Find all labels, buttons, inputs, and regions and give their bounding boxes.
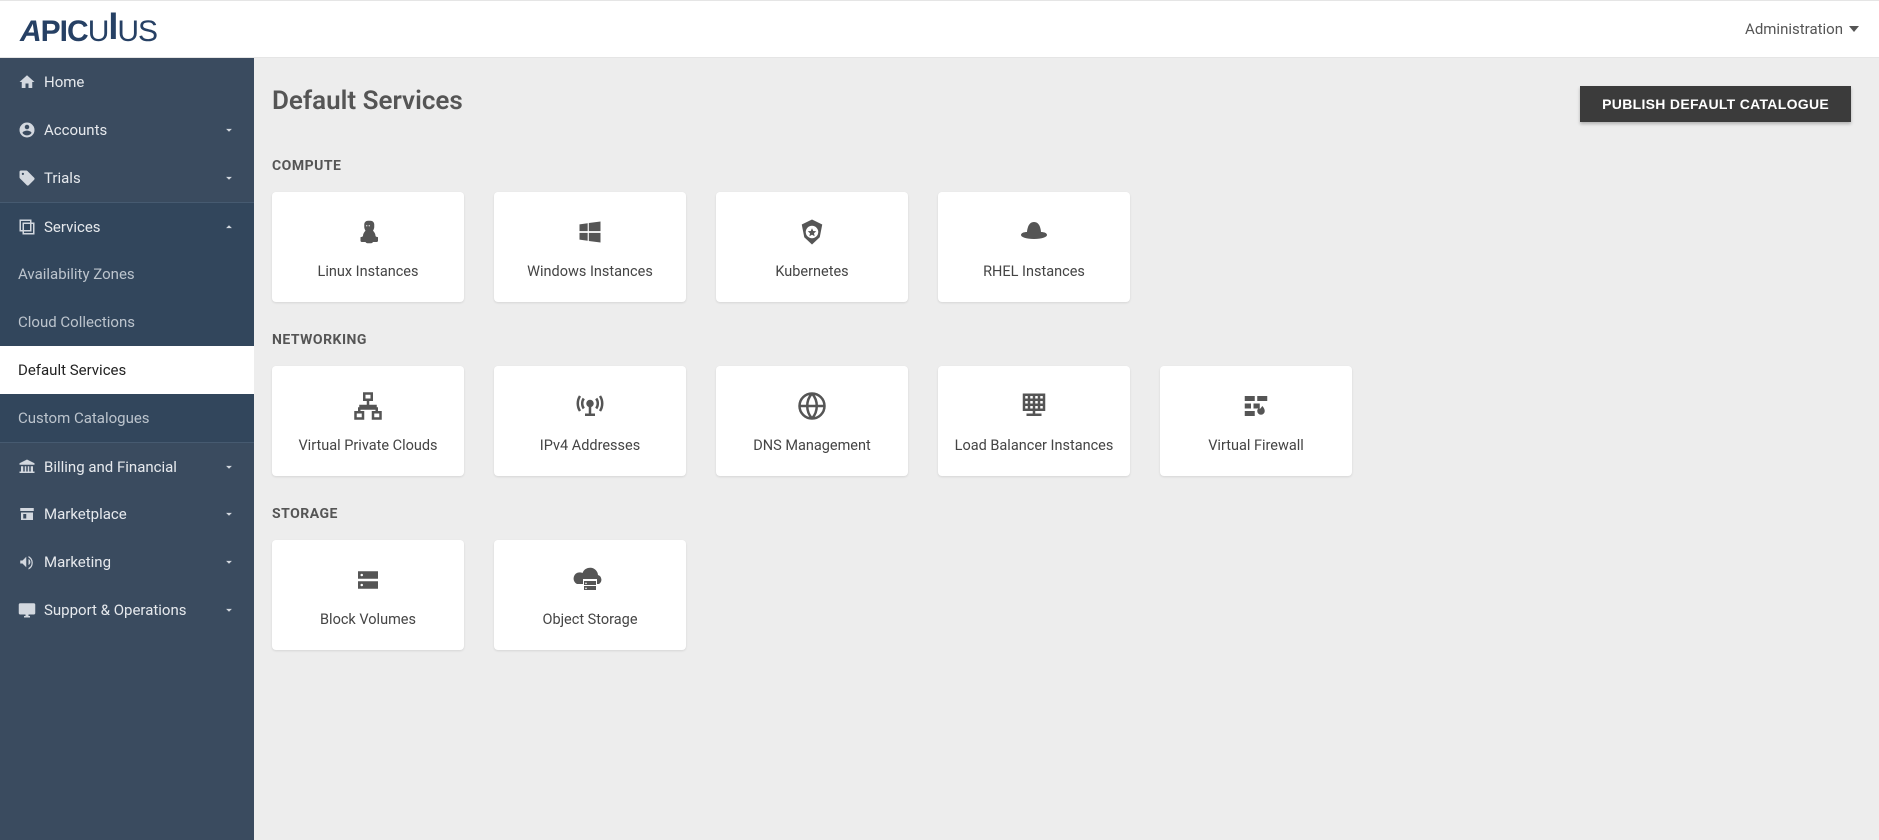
administration-menu[interactable]: Administration [1745, 20, 1859, 38]
card-row-storage: Block Volumes Object Storage [272, 540, 1851, 650]
card-label: IPv4 Addresses [540, 437, 640, 454]
publish-default-catalogue-button[interactable]: PUBLISH DEFAULT CATALOGUE [1580, 86, 1851, 122]
card-block-volumes[interactable]: Block Volumes [272, 540, 464, 650]
sidebar-item-services[interactable]: Services [0, 202, 254, 250]
main-content: Default Services PUBLISH DEFAULT CATALOG… [254, 58, 1879, 840]
sidebar-sub-label: Default Services [18, 361, 126, 379]
card-load-balancer[interactable]: Load Balancer Instances [938, 366, 1130, 476]
card-row-compute: Linux Instances Windows Instances Kubern… [272, 192, 1851, 302]
sidebar-item-accounts[interactable]: Accounts [0, 106, 254, 154]
chevron-down-icon [222, 123, 236, 137]
sidebar-sub-default-services[interactable]: Default Services [0, 346, 254, 394]
sidebar-item-label: Marketing [44, 553, 222, 571]
sidebar-item-trials[interactable]: Trials [0, 154, 254, 202]
user-circle-icon [18, 121, 44, 139]
card-object-storage[interactable]: Object Storage [494, 540, 686, 650]
store-icon [18, 505, 44, 523]
tag-icon [18, 169, 44, 187]
monitor-icon [18, 601, 44, 619]
kubernetes-icon [795, 215, 829, 249]
rhel-hat-icon [1017, 215, 1051, 249]
firewall-icon [1239, 389, 1273, 423]
sidebar-sub-cloud-collections[interactable]: Cloud Collections [0, 298, 254, 346]
sidebar-item-home[interactable]: Home [0, 58, 254, 106]
card-windows-instances[interactable]: Windows Instances [494, 192, 686, 302]
load-balancer-icon [1017, 389, 1051, 423]
card-label: Virtual Private Clouds [298, 437, 437, 454]
caret-down-icon [1849, 26, 1859, 32]
sidebar-item-label: Services [44, 218, 222, 236]
sidebar-sub-label: Availability Zones [18, 265, 135, 283]
network-icon [351, 389, 385, 423]
card-label: RHEL Instances [983, 263, 1085, 280]
card-label: Kubernetes [775, 263, 848, 280]
storage-icon [351, 563, 385, 597]
sidebar-sub-custom-catalogues[interactable]: Custom Catalogues [0, 394, 254, 442]
card-label: Virtual Firewall [1208, 437, 1304, 454]
card-linux-instances[interactable]: Linux Instances [272, 192, 464, 302]
sidebar-sub-availability-zones[interactable]: Availability Zones [0, 250, 254, 298]
topbar: APICUlUS Administration [0, 0, 1879, 58]
chevron-up-icon [222, 220, 236, 234]
home-icon [18, 73, 44, 91]
sidebar-item-label: Accounts [44, 121, 222, 139]
chevron-down-icon [222, 555, 236, 569]
windows-icon [573, 215, 607, 249]
card-dns[interactable]: DNS Management [716, 366, 908, 476]
chevron-down-icon [222, 171, 236, 185]
chevron-down-icon [222, 460, 236, 474]
section-title-compute: COMPUTE [272, 158, 1851, 174]
section-title-networking: NETWORKING [272, 332, 1851, 348]
card-label: Windows Instances [527, 263, 653, 280]
globe-icon [795, 389, 829, 423]
layers-icon [18, 218, 44, 236]
sidebar-item-label: Home [44, 73, 236, 91]
card-label: DNS Management [753, 437, 871, 454]
card-vpc[interactable]: Virtual Private Clouds [272, 366, 464, 476]
sidebar-item-label: Marketplace [44, 505, 222, 523]
card-virtual-firewall[interactable]: Virtual Firewall [1160, 366, 1352, 476]
card-label: Block Volumes [320, 611, 416, 628]
sidebar-item-label: Support & Operations [44, 601, 222, 619]
brand-logo: APICUlUS [20, 11, 157, 47]
chevron-down-icon [222, 507, 236, 521]
chevron-down-icon [222, 603, 236, 617]
card-kubernetes[interactable]: Kubernetes [716, 192, 908, 302]
card-rhel-instances[interactable]: RHEL Instances [938, 192, 1130, 302]
administration-menu-label: Administration [1745, 20, 1843, 38]
page-header: Default Services PUBLISH DEFAULT CATALOG… [272, 86, 1851, 122]
cloud-storage-icon [573, 563, 607, 597]
card-label: Linux Instances [318, 263, 419, 280]
page-title: Default Services [272, 86, 463, 116]
sidebar-sub-label: Cloud Collections [18, 313, 135, 331]
section-title-storage: STORAGE [272, 506, 1851, 522]
card-label: Object Storage [542, 611, 637, 628]
card-row-networking: Virtual Private Clouds IPv4 Addresses DN… [272, 366, 1851, 476]
bank-icon [18, 458, 44, 476]
linux-icon [351, 215, 385, 249]
sidebar-item-label: Billing and Financial [44, 458, 222, 476]
broadcast-icon [573, 389, 607, 423]
sidebar: Home Accounts Trials [0, 58, 254, 840]
sidebar-item-marketing[interactable]: Marketing [0, 538, 254, 586]
sidebar-sub-label: Custom Catalogues [18, 409, 150, 427]
card-label: Load Balancer Instances [955, 437, 1114, 454]
sidebar-item-marketplace[interactable]: Marketplace [0, 490, 254, 538]
sidebar-item-billing[interactable]: Billing and Financial [0, 442, 254, 490]
megaphone-icon [18, 553, 44, 571]
card-ipv4[interactable]: IPv4 Addresses [494, 366, 686, 476]
sidebar-item-label: Trials [44, 169, 222, 187]
sidebar-item-support[interactable]: Support & Operations [0, 586, 254, 634]
